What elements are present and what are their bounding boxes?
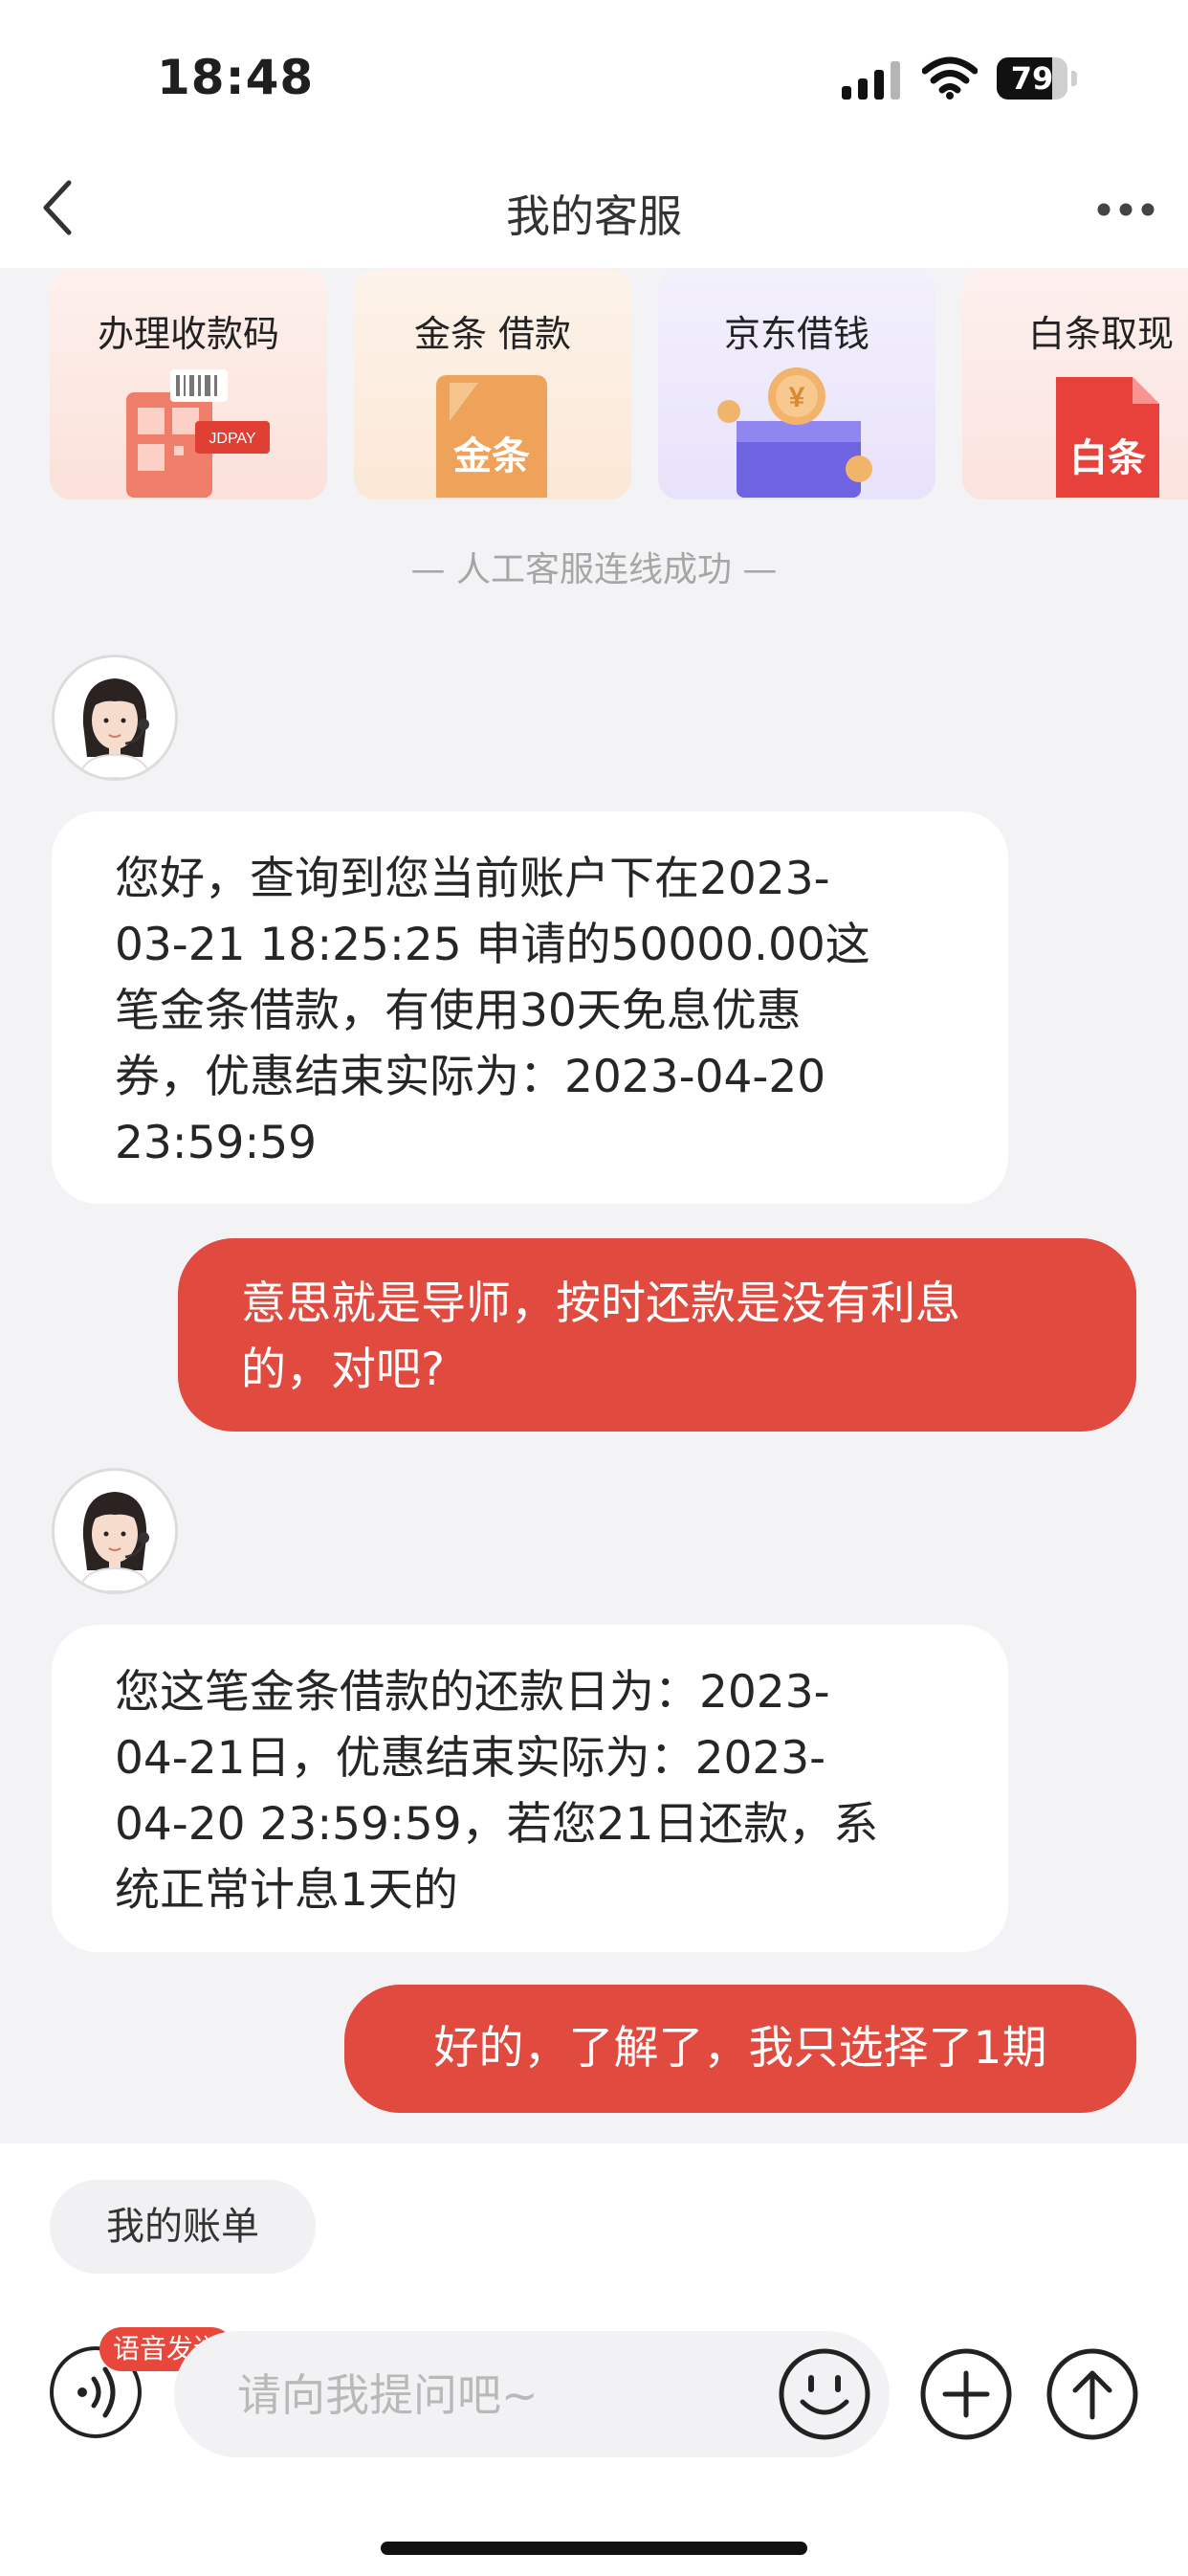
message-line: 好的，了解了，我只选择了1期	[433, 2022, 1047, 2075]
system-notice: — 人工客服连线成功 —	[410, 550, 778, 589]
message-line: 您好，查询到您当前账户下在2023-	[115, 853, 830, 905]
jdpay-badge: JDPAY	[209, 431, 256, 447]
card-baitiao-cash[interactable]: 白条取现 白条	[962, 270, 1188, 500]
baitiao-icon: 白条	[1056, 377, 1159, 498]
message-line: 券，优惠结束实际为：2023-04-20	[115, 1051, 826, 1103]
status-bar: 18:48 79	[0, 0, 1188, 158]
agent-avatar-icon	[55, 1471, 175, 1591]
message-line: 您这笔金条借款的还款日为：2023-	[115, 1666, 830, 1719]
message-input[interactable]	[235, 2364, 717, 2427]
card-jintiao-loan[interactable]: 金条 借款 金条	[354, 270, 631, 500]
quick-reply-my-bill[interactable]: 我的账单	[50, 2180, 316, 2274]
agent-avatar[interactable]	[52, 655, 178, 781]
emoji-icon[interactable]	[777, 2346, 872, 2442]
cellular-signal-icon	[842, 61, 900, 100]
message-line: 04-20 23:59:59，若您21日还款，系	[115, 1798, 879, 1851]
message-line: 意思就是导师，按时还款是没有利息	[241, 1277, 960, 1330]
battery-percent: 79	[1010, 60, 1054, 97]
message-line: 统正常计息1天的	[115, 1864, 458, 1917]
plus-icon[interactable]	[918, 2346, 1014, 2442]
send-arrow-icon[interactable]	[1045, 2346, 1140, 2442]
message-line: 23:59:59	[115, 1117, 318, 1169]
message-line: 03-21 18:25:25 申请的50000.00这	[115, 919, 870, 971]
baitiao-badge: 白条	[1069, 437, 1146, 479]
agent-avatar[interactable]	[52, 1468, 178, 1594]
card-label: 金条 借款	[413, 313, 572, 355]
card-label: 白条取现	[1027, 313, 1174, 355]
battery-icon: 79	[997, 57, 1079, 100]
card-label: 京东借钱	[723, 313, 869, 355]
card-payment-code[interactable]: 办理收款码 JDPAY	[50, 270, 327, 500]
home-indicator	[381, 2542, 807, 2555]
yuan-badge: ¥	[789, 382, 805, 413]
message-line: 笔金条借款，有使用30天免息优惠	[115, 985, 802, 1037]
qr-code-icon: JDPAY	[126, 369, 270, 498]
agent-message: 您好，查询到您当前账户下在2023- 03-21 18:25:25 申请的500…	[52, 811, 1008, 1204]
user-message: 意思就是导师，按时还款是没有利息 的，对吧?	[178, 1238, 1136, 1432]
page-title: 我的客服	[506, 190, 682, 242]
status-time: 18:48	[157, 50, 315, 105]
agent-message: 您这笔金条借款的还款日为：2023- 04-21日，优惠结束实际为：2023- …	[52, 1625, 1008, 1952]
jintiao-badge: 金条	[452, 434, 530, 477]
jintiao-icon: 金条	[436, 375, 547, 498]
service-card-strip: 办理收款码 JDPAY 金条 借款 金条 京东借钱 ¥ 白条取现 白条	[0, 270, 1188, 500]
card-label: 办理收款码	[97, 313, 279, 355]
wifi-icon	[922, 56, 978, 100]
card-jd-borrow[interactable]: 京东借钱 ¥	[658, 270, 935, 500]
user-message: 好的，了解了，我只选择了1期	[344, 1985, 1136, 2113]
message-line: 04-21日，优惠结束实际为：2023-	[115, 1732, 826, 1785]
message-line: 的，对吧?	[241, 1344, 445, 1396]
more-options-icon[interactable]	[1096, 201, 1155, 218]
wallet-coin-icon: ¥	[717, 367, 872, 498]
agent-avatar-icon	[55, 657, 175, 778]
